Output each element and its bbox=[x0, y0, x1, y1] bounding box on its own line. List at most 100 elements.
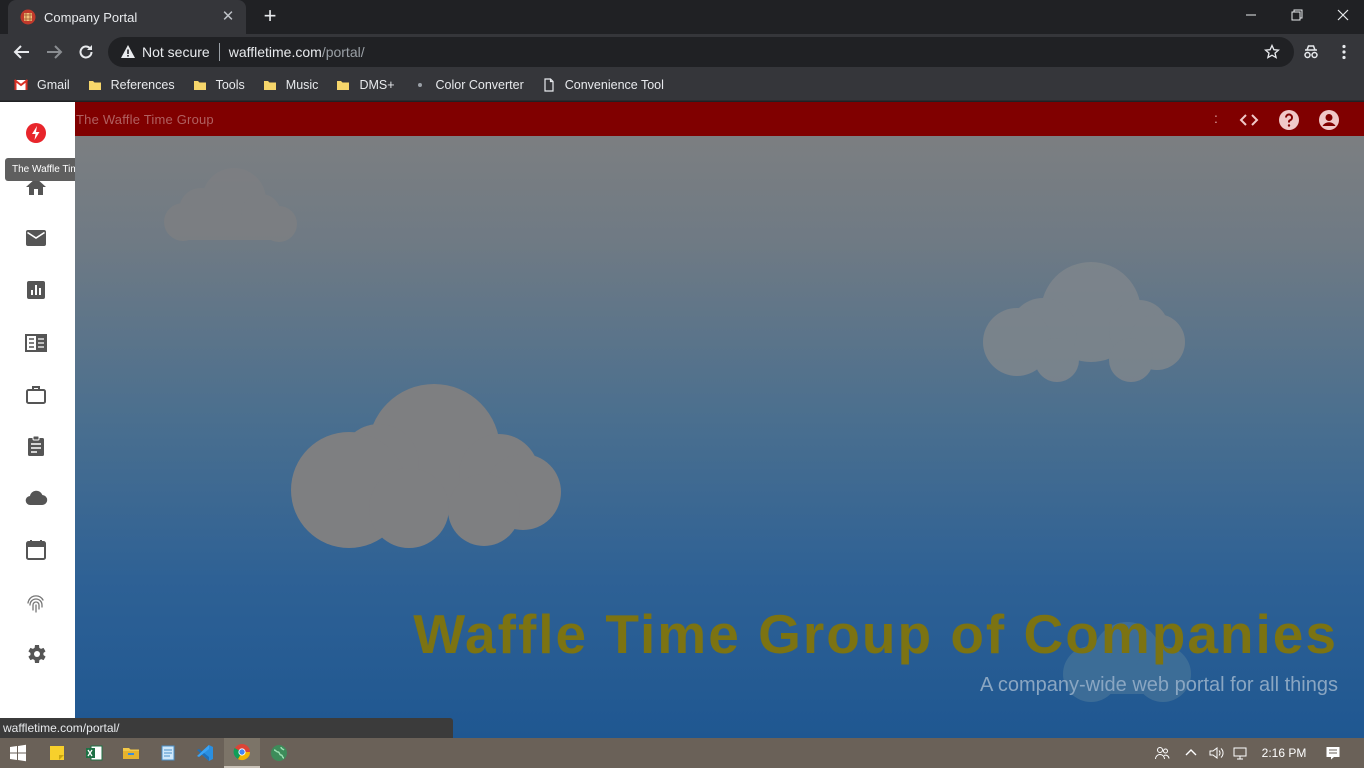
briefcase-icon bbox=[26, 386, 46, 404]
bookmark-music[interactable]: Music bbox=[263, 78, 319, 92]
chart-icon bbox=[27, 281, 45, 299]
sidebar-item-security[interactable] bbox=[22, 589, 50, 617]
sidebar-item-brand[interactable] bbox=[22, 119, 50, 147]
taskbar-notepad[interactable] bbox=[150, 738, 186, 768]
chevron-up-icon bbox=[1185, 749, 1197, 756]
tab-title: Company Portal bbox=[44, 9, 138, 25]
code-view-button[interactable] bbox=[1238, 109, 1260, 131]
arrow-right-icon bbox=[47, 45, 63, 59]
tray-network[interactable] bbox=[1228, 738, 1252, 768]
bolt-icon bbox=[26, 123, 46, 143]
bookmark-color-converter[interactable]: Color Converter bbox=[413, 78, 524, 92]
bookmark-label: Music bbox=[285, 78, 319, 92]
news-icon bbox=[25, 334, 47, 352]
bookmark-references[interactable]: References bbox=[88, 78, 175, 92]
bookmark-label: Convenience Tool bbox=[564, 78, 664, 92]
back-button[interactable] bbox=[9, 39, 35, 65]
tab-company-portal[interactable]: Company Portal ✕ bbox=[8, 0, 246, 34]
sidebar-item-settings[interactable] bbox=[22, 640, 50, 668]
chrome-icon bbox=[233, 744, 251, 761]
bookmark-star-icon[interactable] bbox=[1264, 44, 1280, 60]
taskbar-globe-app[interactable] bbox=[261, 738, 297, 768]
address-bar[interactable]: Not secure waffletime.com/portal/ bbox=[108, 37, 1294, 67]
close-tab-icon[interactable]: ✕ bbox=[220, 9, 236, 25]
calendar-icon bbox=[26, 540, 46, 560]
people-icon bbox=[1155, 747, 1170, 760]
new-tab-button[interactable]: + bbox=[258, 5, 282, 29]
tray-show-hidden[interactable] bbox=[1180, 738, 1202, 768]
url-path: /portal/ bbox=[321, 44, 365, 60]
incognito-extension-icon[interactable] bbox=[1302, 43, 1320, 61]
cloud-decoration-large bbox=[291, 384, 561, 548]
cloud-decoration-right bbox=[983, 262, 1185, 382]
sidebar-item-work[interactable] bbox=[22, 381, 50, 409]
sidebar-item-news[interactable] bbox=[22, 329, 50, 357]
account-button[interactable] bbox=[1318, 109, 1340, 131]
bookmark-label: Gmail bbox=[37, 78, 70, 92]
taskbar-clock[interactable]: 2:16 PM bbox=[1254, 738, 1314, 768]
restore-icon bbox=[1291, 9, 1303, 21]
minimize-window-button[interactable] bbox=[1228, 0, 1274, 30]
account-circle-icon bbox=[1319, 110, 1339, 130]
bookmark-label: References bbox=[110, 78, 175, 92]
bookmark-dms-plus[interactable]: DMS+ bbox=[336, 78, 395, 92]
help-icon bbox=[1279, 110, 1299, 130]
warning-icon[interactable] bbox=[120, 44, 136, 60]
vscode-icon bbox=[197, 745, 213, 761]
windows-taskbar: 2:16 PM bbox=[0, 738, 1364, 768]
reload-button[interactable] bbox=[73, 39, 99, 65]
hero-subtitle: A company-wide web portal for all things bbox=[980, 674, 1338, 696]
cloud-decoration-small bbox=[164, 168, 297, 242]
file-explorer-icon bbox=[123, 748, 139, 759]
bookmark-convenience-tool[interactable]: Convenience Tool bbox=[542, 78, 664, 92]
taskbar-chrome[interactable] bbox=[224, 738, 260, 768]
close-window-button[interactable] bbox=[1320, 0, 1364, 30]
sidebar-item-tasks[interactable] bbox=[22, 432, 50, 460]
start-button[interactable] bbox=[0, 738, 36, 768]
sidebar-item-cloud[interactable] bbox=[22, 484, 50, 512]
sidebar: The Waffle Time Group bbox=[0, 102, 122, 738]
forward-button[interactable] bbox=[41, 39, 67, 65]
gmail-icon bbox=[14, 79, 28, 90]
main-content: The Waffle Time Group : Waffle Time Grou… bbox=[75, 102, 1364, 738]
address-separator bbox=[218, 43, 220, 61]
bookmark-tools[interactable]: Tools bbox=[193, 78, 245, 92]
bookmark-gmail[interactable]: Gmail bbox=[14, 78, 70, 92]
mail-icon bbox=[26, 230, 46, 246]
sidebar-item-analytics[interactable] bbox=[22, 276, 50, 304]
kebab-menu-icon[interactable] bbox=[1335, 43, 1353, 61]
topbar-title: The Waffle Time Group bbox=[76, 112, 214, 127]
bookmark-label: Tools bbox=[215, 78, 245, 92]
tab-strip: Company Portal ✕ + bbox=[0, 0, 1364, 34]
taskbar-sticky-notes[interactable] bbox=[39, 738, 75, 768]
clipboard-icon bbox=[28, 435, 44, 456]
network-icon bbox=[1233, 747, 1247, 760]
excel-icon bbox=[86, 745, 103, 761]
page-icon bbox=[544, 78, 554, 92]
security-status[interactable]: Not secure bbox=[142, 44, 210, 60]
tray-people[interactable] bbox=[1150, 738, 1174, 768]
taskbar-vscode[interactable] bbox=[187, 738, 223, 768]
bookmarks-bar: Gmail References Tools Music DMS+ Color … bbox=[0, 70, 1364, 101]
url-host: waffletime.com bbox=[228, 44, 322, 60]
dot-icon bbox=[417, 83, 422, 87]
cloud-icon bbox=[25, 490, 48, 506]
tray-action-center[interactable] bbox=[1320, 738, 1346, 768]
volume-icon bbox=[1209, 747, 1224, 759]
restore-window-button[interactable] bbox=[1274, 0, 1320, 30]
tray-volume[interactable] bbox=[1204, 738, 1228, 768]
help-button[interactable] bbox=[1278, 109, 1300, 131]
taskbar-excel[interactable] bbox=[76, 738, 112, 768]
hero-title: Waffle Time Group of Companies bbox=[413, 603, 1338, 665]
sidebar-item-mail[interactable] bbox=[22, 224, 50, 252]
fingerprint-icon bbox=[27, 595, 44, 613]
globe-app-icon bbox=[271, 745, 287, 761]
bookmark-label: Color Converter bbox=[435, 78, 524, 92]
page-viewport: The Waffle Time Group The Waffle Time Gr… bbox=[0, 102, 1364, 738]
code-icon bbox=[1239, 114, 1259, 126]
waffle-favicon-icon bbox=[20, 9, 36, 25]
taskbar-file-explorer[interactable] bbox=[113, 738, 149, 768]
sidebar-item-calendar[interactable] bbox=[22, 536, 50, 564]
windows-start-icon bbox=[10, 744, 26, 762]
portal-topbar: The Waffle Time Group : bbox=[75, 102, 1364, 136]
